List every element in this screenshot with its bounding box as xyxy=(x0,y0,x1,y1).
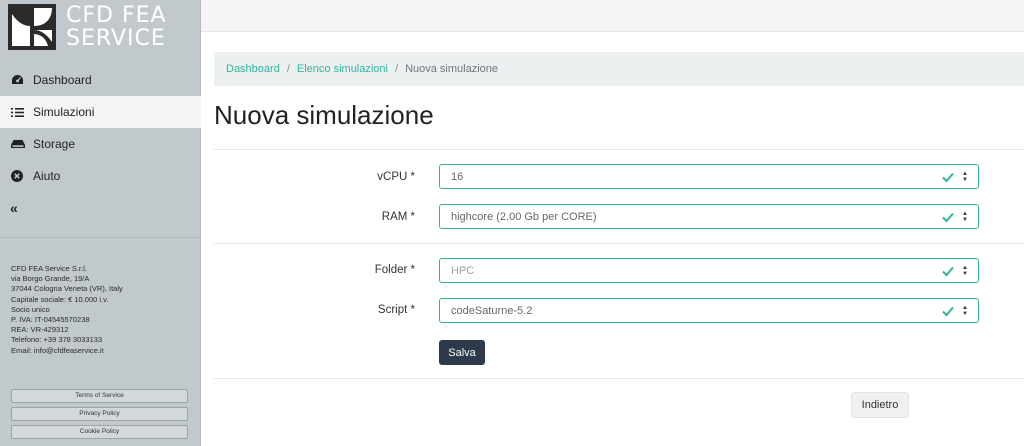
vcpu-select[interactable]: 16 ▲ ▼ xyxy=(439,164,979,189)
valid-check-icon xyxy=(942,212,954,222)
brand-name: CFD FEA SERVICE xyxy=(66,4,167,50)
ram-label: RAM * xyxy=(381,211,415,223)
company-line: P. IVA: IT-04545570238 xyxy=(11,315,90,325)
script-select[interactable]: codeSaturne-5.2 ▲ ▼ xyxy=(439,298,979,323)
sidebar-item-label: Storage xyxy=(33,137,76,151)
breadcrumb-separator: / xyxy=(395,63,399,75)
valid-check-icon xyxy=(942,266,954,276)
logo-mark-icon xyxy=(8,4,56,50)
valid-check-icon xyxy=(942,306,954,316)
save-button[interactable]: Salva xyxy=(439,340,485,365)
select-arrows-icon: ▲ ▼ xyxy=(962,210,968,223)
breadcrumb-separator: / xyxy=(286,63,290,75)
page-title: Nuova simulazione xyxy=(214,100,434,130)
brand-logo[interactable]: CFD FEA SERVICE xyxy=(8,2,198,52)
section-divider xyxy=(214,243,1024,244)
sidebar-nav: Dashboard Simulazioni Storage Aiuto « xyxy=(0,64,201,224)
sidebar-divider xyxy=(0,237,201,238)
script-select-value: codeSaturne-5.2 xyxy=(451,304,533,317)
breadcrumb-dashboard-link[interactable]: Dashboard xyxy=(226,63,280,75)
vcpu-select-value: 16 xyxy=(451,170,464,183)
select-arrows-icon: ▲ ▼ xyxy=(962,304,968,317)
ram-select-value: highcore (2.00 Gb per CORE) xyxy=(451,210,597,223)
valid-check-icon xyxy=(942,172,954,182)
company-line: Telefono: +39 378 3033133 xyxy=(11,335,103,345)
sidebar-item-dashboard[interactable]: Dashboard xyxy=(0,64,201,96)
hdd-icon xyxy=(11,139,27,149)
company-line: Email: info@cfdfeaservice.it xyxy=(11,345,104,355)
terms-of-service-button[interactable]: Terms of Service xyxy=(11,389,188,403)
cookie-policy-button[interactable]: Cookie Policy xyxy=(11,425,188,439)
breadcrumb-current: Nuova simulazione xyxy=(405,63,498,75)
back-button[interactable]: Indietro xyxy=(851,392,909,418)
breadcrumb: Dashboard / Elenco simulazioni / Nuova s… xyxy=(214,52,1024,86)
folder-label: Folder * xyxy=(374,264,415,276)
sidebar-item-simulazioni[interactable]: Simulazioni xyxy=(0,96,201,128)
sidebar-item-label: Dashboard xyxy=(33,73,92,87)
section-divider xyxy=(214,149,1024,150)
company-line: 37044 Cologna Veneta (VR), Italy xyxy=(11,284,123,294)
breadcrumb-simulations-link[interactable]: Elenco simulazioni xyxy=(297,63,388,75)
sidebar: CFD FEA SERVICE Dashboard Simulazioni St… xyxy=(0,0,201,446)
top-bar xyxy=(201,0,1024,32)
select-arrows-icon: ▲ ▼ xyxy=(962,264,968,277)
dashboard-gauge-icon xyxy=(11,74,27,86)
vcpu-label: vCPU * xyxy=(377,171,415,183)
section-divider xyxy=(214,378,1024,379)
brand-line1: CFD FEA xyxy=(66,3,167,28)
ram-select[interactable]: highcore (2.00 Gb per CORE) ▲ ▼ xyxy=(439,204,979,229)
brand-line2: SERVICE xyxy=(66,26,166,51)
list-icon xyxy=(11,107,27,118)
sidebar-item-storage[interactable]: Storage xyxy=(0,128,201,160)
folder-select[interactable]: HPC ▲ ▼ xyxy=(439,258,979,283)
select-arrows-icon: ▲ ▼ xyxy=(962,170,968,183)
privacy-policy-button[interactable]: Privacy Policy xyxy=(11,407,188,421)
script-label: Script * xyxy=(377,304,415,316)
folder-select-value: HPC xyxy=(451,264,475,277)
sidebar-item-label: Simulazioni xyxy=(33,105,95,119)
company-line: REA: VR-429312 xyxy=(11,325,69,335)
